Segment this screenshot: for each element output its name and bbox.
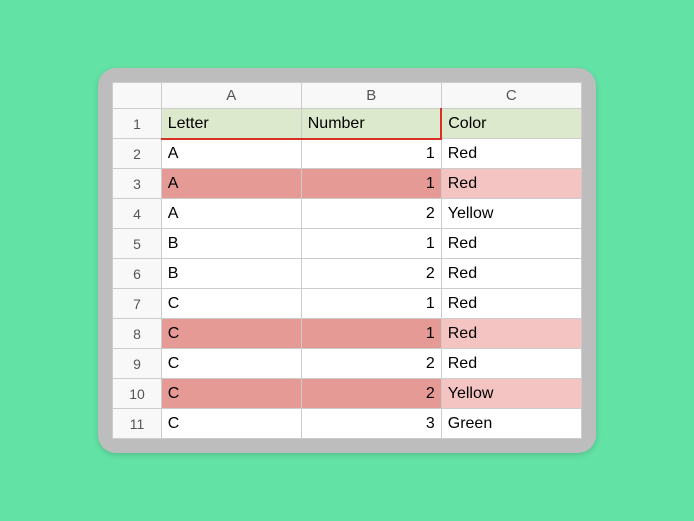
cell[interactable]: 1 — [301, 169, 441, 199]
cell[interactable]: 3 — [301, 409, 441, 439]
table-row: 8 C 1 Red — [113, 319, 581, 349]
cell[interactable]: 1 — [301, 139, 441, 169]
table-row: 6 B 2 Red — [113, 259, 581, 289]
column-header-row: A B C — [113, 83, 581, 109]
table-row: 2 A 1 Red — [113, 139, 581, 169]
row-header[interactable]: 7 — [113, 289, 161, 319]
cell[interactable]: Red — [441, 319, 581, 349]
cell-A1[interactable]: Letter — [161, 109, 301, 139]
cell[interactable]: 1 — [301, 229, 441, 259]
row-header[interactable]: 3 — [113, 169, 161, 199]
cell[interactable]: 2 — [301, 349, 441, 379]
row-header[interactable]: 11 — [113, 409, 161, 439]
cell[interactable]: A — [161, 169, 301, 199]
row-header[interactable]: 2 — [113, 139, 161, 169]
cell[interactable]: 2 — [301, 379, 441, 409]
cell-B1[interactable]: Number — [301, 109, 441, 139]
table-row: 9 C 2 Red — [113, 349, 581, 379]
row-header[interactable]: 4 — [113, 199, 161, 229]
row-header[interactable]: 9 — [113, 349, 161, 379]
cell[interactable]: Red — [441, 289, 581, 319]
cell[interactable]: Red — [441, 169, 581, 199]
column-header-C[interactable]: C — [441, 83, 581, 109]
row-header[interactable]: 1 — [113, 109, 161, 139]
grid: A B C 1 Letter Number Color 2 A 1 Red 3 — [113, 83, 582, 440]
cell[interactable]: Red — [441, 139, 581, 169]
cell-C1[interactable]: Color — [441, 109, 581, 139]
row-header[interactable]: 8 — [113, 319, 161, 349]
cell[interactable]: B — [161, 259, 301, 289]
spreadsheet[interactable]: A B C 1 Letter Number Color 2 A 1 Red 3 — [112, 82, 582, 440]
row-header[interactable]: 5 — [113, 229, 161, 259]
cell[interactable]: 1 — [301, 319, 441, 349]
table-row: 1 Letter Number Color — [113, 109, 581, 139]
column-header-A[interactable]: A — [161, 83, 301, 109]
cell[interactable]: C — [161, 379, 301, 409]
cell[interactable]: C — [161, 319, 301, 349]
row-header[interactable]: 10 — [113, 379, 161, 409]
cell[interactable]: Yellow — [441, 199, 581, 229]
select-all-corner[interactable] — [113, 83, 161, 109]
column-header-B[interactable]: B — [301, 83, 441, 109]
cell[interactable]: A — [161, 139, 301, 169]
cell[interactable]: B — [161, 229, 301, 259]
table-row: 11 C 3 Green — [113, 409, 581, 439]
cell[interactable]: C — [161, 409, 301, 439]
cell[interactable]: 2 — [301, 199, 441, 229]
cell[interactable]: A — [161, 199, 301, 229]
cell[interactable]: 1 — [301, 289, 441, 319]
cell[interactable]: 2 — [301, 259, 441, 289]
table-row: 7 C 1 Red — [113, 289, 581, 319]
cell[interactable]: Red — [441, 349, 581, 379]
window-frame: A B C 1 Letter Number Color 2 A 1 Red 3 — [98, 68, 596, 454]
cell[interactable]: Red — [441, 229, 581, 259]
table-row: 5 B 1 Red — [113, 229, 581, 259]
table-row: 4 A 2 Yellow — [113, 199, 581, 229]
cell[interactable]: C — [161, 349, 301, 379]
row-header[interactable]: 6 — [113, 259, 161, 289]
cell[interactable]: Green — [441, 409, 581, 439]
table-row: 3 A 1 Red — [113, 169, 581, 199]
table-row: 10 C 2 Yellow — [113, 379, 581, 409]
cell[interactable]: Yellow — [441, 379, 581, 409]
cell[interactable]: Red — [441, 259, 581, 289]
cell[interactable]: C — [161, 289, 301, 319]
